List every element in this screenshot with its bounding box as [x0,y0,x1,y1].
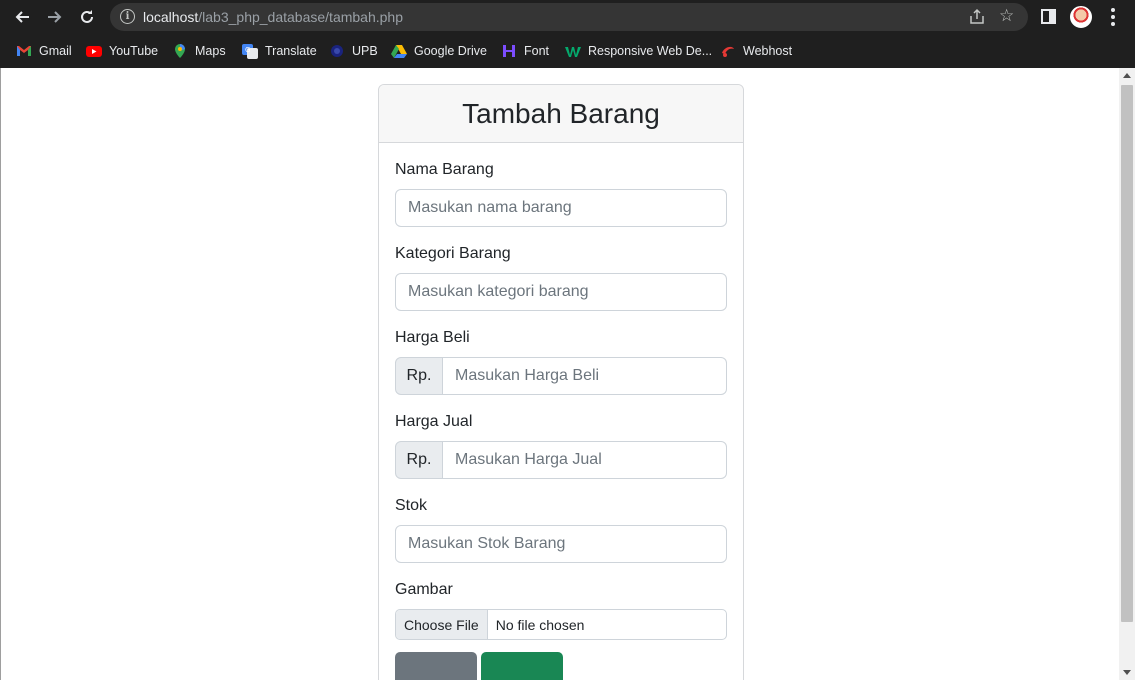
bookmark-maps[interactable]: Maps [172,41,226,61]
currency-prefix: Rp. [395,441,443,479]
url-host: localhost [143,9,199,25]
more-menu-icon[interactable] [1104,6,1122,28]
bookmark-google-drive[interactable]: Google Drive [391,41,487,61]
harga-jual-input[interactable] [443,441,727,479]
file-status-text: No file chosen [495,616,585,633]
vertical-scrollbar[interactable] [1119,68,1135,680]
harga-jual-input-group: Rp. [395,441,727,479]
google-drive-icon [391,43,407,59]
gambar-label: Gambar [395,581,453,598]
bookmark-label: UPB [352,44,378,58]
back-arrow-icon[interactable] [10,5,34,29]
forward-arrow-icon[interactable] [43,5,67,29]
scrollbar-thumb[interactable] [1121,85,1133,622]
harga-jual-label: Harga Jual [395,413,473,430]
translate-icon: G [242,43,258,59]
scroll-down-arrow-icon[interactable] [1123,670,1131,675]
bookmark-youtube[interactable]: YouTube [86,41,158,61]
secondary-button[interactable] [395,652,477,680]
field-gambar: Gambar Choose File No file chosen [395,581,727,640]
page-title: Tambah Barang [462,97,660,129]
kategori-barang-input[interactable] [395,273,727,311]
maps-icon [172,43,188,59]
harga-beli-input-group: Rp. [395,357,727,395]
kategori-barang-label: Kategori Barang [395,245,511,262]
bookmarks-bar: Gmail YouTube Maps G Translate UPB Googl… [0,34,1135,68]
field-stok: Stok [395,497,727,563]
bookmark-star-icon[interactable]: ☆ [999,6,1014,26]
harga-beli-input[interactable] [443,357,727,395]
reload-icon[interactable] [75,5,99,29]
harga-beli-label: Harga Beli [395,329,470,346]
font-icon [501,43,517,59]
webhost-icon [720,43,736,59]
url-text[interactable]: localhost/lab3_php_database/tambah.php [143,9,403,25]
add-item-form: Nama Barang Kategori Barang Harga Beli R… [379,143,743,680]
share-icon[interactable] [968,8,986,26]
bookmark-label: Google Drive [414,44,487,58]
address-bar[interactable]: i localhost/lab3_php_database/tambah.php… [110,3,1028,31]
gambar-file-input[interactable]: Choose File No file chosen [395,609,727,640]
choose-file-button[interactable]: Choose File [396,610,488,639]
youtube-icon [86,43,102,59]
bookmark-font[interactable]: Font [501,41,549,61]
form-actions [395,652,727,680]
bookmark-label: Webhost [743,44,793,58]
bookmark-label: Responsive Web De... [588,44,713,58]
svg-text:G: G [245,46,250,54]
browser-toolbar: i localhost/lab3_php_database/tambah.php… [0,0,1135,34]
bookmark-responsive-web-design[interactable]: Responsive Web De... [565,41,712,61]
stok-input[interactable] [395,525,727,563]
profile-avatar[interactable] [1070,6,1092,28]
upb-icon [329,43,345,59]
card-header: Tambah Barang [379,85,743,143]
bookmark-translate[interactable]: G Translate [242,41,317,61]
nama-barang-input[interactable] [395,189,727,227]
bookmark-label: YouTube [109,44,159,58]
bookmark-label: Font [524,44,550,58]
currency-prefix: Rp. [395,357,443,395]
bookmark-gmail[interactable]: Gmail [16,41,72,61]
stok-label: Stok [395,497,428,514]
field-harga-jual: Harga Jual Rp. [395,413,727,479]
gmail-icon [16,43,32,59]
field-kategori-barang: Kategori Barang [395,245,727,311]
bookmark-label: Translate [265,44,317,58]
bookmark-webhost[interactable]: Webhost [720,41,792,61]
bookmark-upb[interactable]: UPB [329,41,378,61]
field-harga-beli: Harga Beli Rp. [395,329,727,395]
bookmark-label: Maps [195,44,226,58]
w3-icon [565,43,581,59]
nama-barang-label: Nama Barang [395,161,494,178]
site-info-icon[interactable]: i [120,9,135,24]
submit-button[interactable] [481,652,563,680]
scroll-up-arrow-icon[interactable] [1123,73,1131,78]
url-path: /lab3_php_database/tambah.php [198,9,403,25]
side-panel-icon[interactable] [1041,9,1056,24]
add-item-card: Tambah Barang Nama Barang Kategori Baran… [378,84,744,680]
field-nama-barang: Nama Barang [395,161,727,227]
bookmark-label: Gmail [39,44,72,58]
page-viewport: Tambah Barang Nama Barang Kategori Baran… [0,68,1135,680]
